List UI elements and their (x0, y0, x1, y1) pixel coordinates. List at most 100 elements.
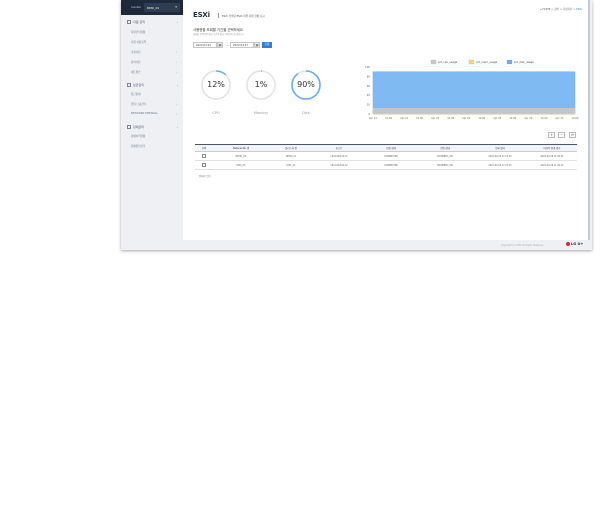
y-tick-label: 60 (367, 84, 371, 88)
x-tick-label: 12:00 (478, 117, 485, 120)
x-tick-label: 12:00 (416, 117, 423, 120)
column-header-datacenter[interactable]: Datacenter 명 (213, 144, 269, 152)
registered-cell: 2022-02-28 17:21:45 (473, 151, 527, 161)
sidebar-group-security[interactable]: 보안관리 (127, 83, 144, 87)
legend-label: pct_cpu_usage (438, 60, 458, 64)
row-select-cell[interactable] (195, 151, 213, 161)
y-tick-label: 20 (367, 103, 371, 107)
x-tick-label: Apr 25 (493, 117, 501, 120)
series-area-pct_cpu_usage (372, 108, 576, 115)
chevron-right-icon: › (176, 102, 178, 106)
refresh-icon[interactable]: ⟳ (569, 132, 576, 138)
legend-swatch (506, 59, 513, 65)
sidebar-item-access-control[interactable]: 접근통제 (131, 92, 141, 96)
chevron-right-icon: › (176, 112, 178, 116)
row-checkbox[interactable] (202, 162, 206, 167)
column-header-host[interactable]: 호스트 (313, 144, 365, 152)
sidebar-group-resource[interactable]: 자원 관리 (127, 20, 145, 24)
chevron-right-icon: › (176, 70, 178, 74)
x-tick-label: Apr 21 (369, 117, 377, 120)
sidebar-group-incident[interactable]: 장애관리 (127, 125, 144, 129)
power-cell: POWERED_ON (417, 151, 473, 161)
column-header-cluster[interactable]: 클러스터 명 (269, 144, 313, 152)
page-subtitle: ESXi 선택된 ESXi 하위 자원 현황 표시 (222, 15, 265, 18)
x-tick-label: Apr 27 (555, 117, 563, 120)
cpu-gauge: 12% (199, 68, 233, 102)
breadcrumb-home[interactable]: HOME (543, 8, 551, 11)
add-button[interactable]: + (548, 132, 555, 138)
x-tick-label: Apr 22 (400, 117, 408, 120)
breadcrumb-current: ESXi (576, 8, 582, 11)
app-window: Center DMC_01 ▾ 자원 관리 ⌄ 자원관리현황 자원 이용요약 가… (121, 0, 592, 250)
sidebar-topbar: Center DMC_01 ▾ (121, 0, 183, 15)
legend-swatch (430, 59, 437, 65)
remove-button[interactable]: − (558, 132, 565, 138)
table-row[interactable]: DEMO_DC DEMO_CL 192.168.100.11 CONNECTED… (195, 151, 577, 161)
search-button[interactable]: 조회 (262, 42, 272, 48)
cluster-cell: DEMO_CL (269, 151, 313, 161)
x-tick-label: 12:00 (509, 117, 516, 120)
host-cell: 192.168.100.12 (313, 160, 365, 170)
sidebar-item-incident-history[interactable]: 장애이력현황 (131, 134, 145, 138)
breadcrumb-virtual[interactable]: 가상자산 (563, 8, 573, 11)
y-tick-label: 0 (368, 112, 370, 116)
x-tick-label: Apr 24 (462, 117, 470, 120)
chevron-down-icon: ▾ (175, 5, 177, 9)
column-header-connection[interactable]: 연결 상태 (365, 144, 417, 152)
memory-gauge-label: Memory (253, 111, 269, 115)
center-select[interactable]: DMC_01 ▾ (144, 3, 180, 12)
column-header-modified[interactable]: 마지막 변경 일자 (527, 144, 577, 152)
host-table: 선택 Datacenter 명 클러스터 명 호스트 연결 상태 전원 상태 등… (195, 144, 577, 170)
legend-label: pct_disk_usage (514, 60, 534, 64)
power-cell: POWERED_ON (417, 160, 473, 170)
sidebar-item-equipment[interactable]: 장비자산 (131, 60, 141, 64)
chevron-right-icon: › (176, 60, 178, 64)
sidebar: Center DMC_01 ▾ 자원 관리 ⌄ 자원관리현황 자원 이용요약 가… (121, 0, 183, 250)
y-tick-label: 80 (367, 74, 371, 78)
sidebar-item-incident-analysis[interactable]: 장애원인분석 (131, 144, 145, 148)
calendar-icon[interactable]: ▦ (217, 42, 223, 48)
footer-copyright: Copyright (C) DMC All Rights Reserved. (501, 244, 544, 247)
datacenter-cell: DEMO_DC (213, 151, 269, 161)
main-scrollbar[interactable] (588, 0, 590, 240)
x-tick-label: Apr 23 (431, 117, 439, 120)
cluster-cell: DMC_CL (269, 160, 313, 170)
end-date-input[interactable]: 2022-04-27 (230, 42, 254, 48)
modified-cell: 2022-04-28 11:00:01 (527, 160, 577, 170)
row-select-cell[interactable] (195, 160, 213, 170)
y-tick-label: 100 (365, 65, 370, 69)
column-header-registered[interactable]: 등록 일자 (473, 144, 527, 152)
main-content: ESXi ESXi 선택된 ESXi 하위 자원 현황 표시 ⌂ HOME > … (183, 0, 590, 240)
sidebar-item-firewall[interactable]: NETWORK FIREWALL (131, 112, 158, 115)
series-area-pct_disk_usage (372, 71, 576, 115)
column-header-power[interactable]: 전원 상태 (417, 144, 473, 152)
calendar-icon[interactable]: ▦ (254, 42, 260, 48)
home-icon[interactable]: ⌂ (540, 8, 542, 11)
chevron-right-icon: › (176, 50, 178, 54)
center-select-value: DMC_01 (147, 6, 160, 10)
sidebar-item-network[interactable]: 네트워크 (131, 70, 141, 74)
legend-label: pct_mem_usage (476, 60, 498, 64)
folder-icon (127, 20, 131, 24)
table-row[interactable]: DMC_DC DMC_CL 192.168.100.12 CONNECTED P… (195, 160, 577, 170)
cpu-gauge-value: 12% (207, 80, 225, 89)
registered-cell: 2022-02-28 17:21:45 (473, 160, 527, 170)
breadcrumb-equipment[interactable]: 장비 (554, 8, 559, 11)
chevron-down-icon: ⌄ (176, 83, 179, 87)
shield-icon (127, 83, 131, 87)
row-checkbox[interactable] (202, 153, 206, 158)
brand-dot-icon (566, 242, 570, 246)
filter-description: 날짜를 선택하면 해당 기간의 평균 사용량이 표시됩니다 (193, 33, 244, 36)
sidebar-item-resource-status[interactable]: 자원관리현황 (131, 30, 145, 34)
start-date-input[interactable]: 2022-04-21 (193, 42, 217, 48)
sidebar-item-resource-summary[interactable]: 자원 이용요약 (131, 40, 146, 44)
y-tick-label: 40 (367, 93, 371, 97)
host-cell: 192.168.100.11 (313, 151, 365, 161)
date-range-separator: ~ (226, 43, 229, 47)
page-logo: ESXi (193, 11, 210, 19)
chevron-down-icon: ⌄ (176, 125, 179, 129)
column-header-select: 선택 (195, 144, 213, 152)
sidebar-item-virtual-assets[interactable]: 가상자산 (131, 50, 141, 54)
memory-gauge-value: 1% (254, 80, 268, 89)
sidebar-item-permissions[interactable]: 권한/그룹관리 (131, 102, 146, 106)
